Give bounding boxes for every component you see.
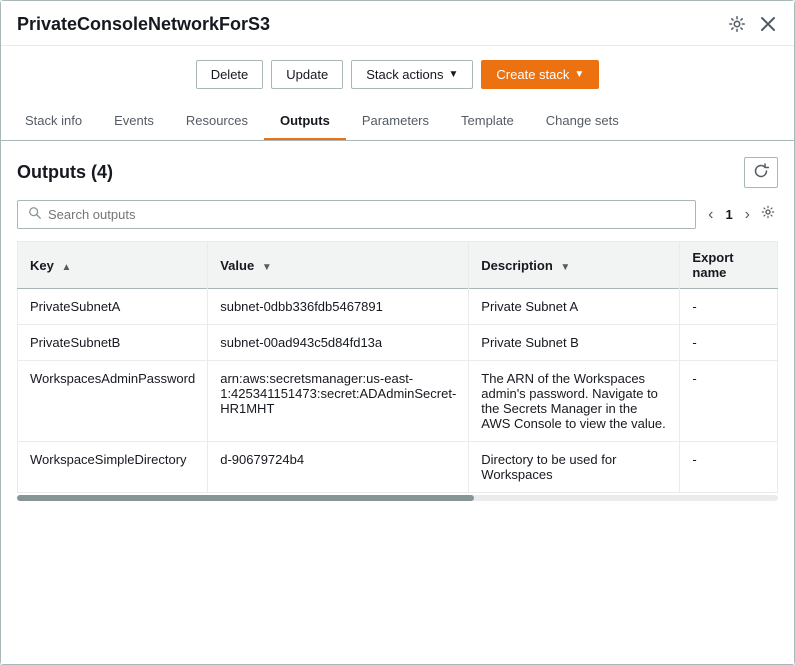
gear-small-icon (760, 204, 776, 220)
close-button[interactable] (758, 14, 778, 34)
cell-export-name: - (680, 289, 778, 325)
tab-parameters[interactable]: Parameters (346, 103, 445, 140)
cell-description: Private Subnet B (469, 325, 680, 361)
tab-stack-info[interactable]: Stack info (9, 103, 98, 140)
search-row: ‹ 1 › (17, 200, 778, 229)
tabs-bar: Stack info Events Resources Outputs Para… (1, 103, 794, 141)
horizontal-scrollbar[interactable] (17, 495, 778, 501)
cell-export-name: - (680, 325, 778, 361)
search-box[interactable] (17, 200, 696, 229)
update-button[interactable]: Update (271, 60, 343, 89)
cell-description: Directory to be used for Workspaces (469, 442, 680, 493)
stack-actions-button[interactable]: Stack actions ▼ (351, 60, 473, 89)
gear-icon (728, 15, 746, 33)
cell-export-name: - (680, 442, 778, 493)
stack-actions-caret: ▼ (449, 69, 459, 80)
pagination: ‹ 1 › (704, 202, 778, 227)
outputs-content: Outputs (4) ‹ (1, 141, 794, 664)
table-row: WorkspacesAdminPasswordarn:aws:secretsma… (18, 361, 778, 442)
refresh-icon (753, 163, 769, 179)
title-bar: PrivateConsoleNetworkForS3 (1, 1, 794, 46)
cell-description: Private Subnet A (469, 289, 680, 325)
close-icon (760, 16, 776, 32)
table-settings-button[interactable] (758, 202, 778, 227)
desc-sort-icon: ▼ (560, 262, 570, 273)
col-header-value[interactable]: Value ▼ (208, 242, 469, 289)
cell-value: arn:aws:secretsmanager:us-east-1:4253411… (208, 361, 469, 442)
create-stack-caret: ▼ (574, 69, 584, 80)
toolbar: Delete Update Stack actions ▼ Create sta… (1, 46, 794, 103)
settings-icon-btn[interactable] (726, 13, 748, 35)
table-header-row: Key ▲ Value ▼ Description ▼ Export name (18, 242, 778, 289)
cell-value: d-90679724b4 (208, 442, 469, 493)
section-header: Outputs (4) (17, 157, 778, 188)
col-header-description[interactable]: Description ▼ (469, 242, 680, 289)
key-sort-icon: ▲ (61, 262, 71, 273)
tab-outputs[interactable]: Outputs (264, 103, 346, 140)
search-input[interactable] (48, 207, 685, 222)
create-stack-button[interactable]: Create stack ▼ (481, 60, 599, 89)
cell-export-name: - (680, 361, 778, 442)
next-page-button[interactable]: › (741, 204, 754, 226)
col-header-export-name: Export name (680, 242, 778, 289)
tab-events[interactable]: Events (98, 103, 170, 140)
window-title: PrivateConsoleNetworkForS3 (17, 14, 270, 35)
cell-key: WorkspacesAdminPassword (18, 361, 208, 442)
tab-resources[interactable]: Resources (170, 103, 264, 140)
cell-key: WorkspaceSimpleDirectory (18, 442, 208, 493)
outputs-table: Key ▲ Value ▼ Description ▼ Export name (17, 241, 778, 493)
cell-value: subnet-00ad943c5d84fd13a (208, 325, 469, 361)
cell-description: The ARN of the Workspaces admin's passwo… (469, 361, 680, 442)
refresh-button[interactable] (744, 157, 778, 188)
delete-button[interactable]: Delete (196, 60, 264, 89)
prev-page-button[interactable]: ‹ (704, 204, 717, 226)
col-header-key[interactable]: Key ▲ (18, 242, 208, 289)
main-window: PrivateConsoleNetworkForS3 Delete Update… (0, 0, 795, 665)
cell-key: PrivateSubnetB (18, 325, 208, 361)
value-sort-icon: ▼ (262, 262, 272, 273)
search-icon (28, 206, 42, 223)
current-page: 1 (721, 207, 736, 222)
cell-value: subnet-0dbb336fdb5467891 (208, 289, 469, 325)
title-bar-icons (726, 13, 778, 35)
table-row: PrivateSubnetAsubnet-0dbb336fdb5467891Pr… (18, 289, 778, 325)
table-row: PrivateSubnetBsubnet-00ad943c5d84fd13aPr… (18, 325, 778, 361)
tab-change-sets[interactable]: Change sets (530, 103, 635, 140)
cell-key: PrivateSubnetA (18, 289, 208, 325)
tab-template[interactable]: Template (445, 103, 530, 140)
table-row: WorkspaceSimpleDirectoryd-90679724b4Dire… (18, 442, 778, 493)
section-title: Outputs (4) (17, 162, 113, 182)
scrollbar-thumb[interactable] (17, 495, 474, 501)
section-title-container: Outputs (4) (17, 162, 113, 183)
